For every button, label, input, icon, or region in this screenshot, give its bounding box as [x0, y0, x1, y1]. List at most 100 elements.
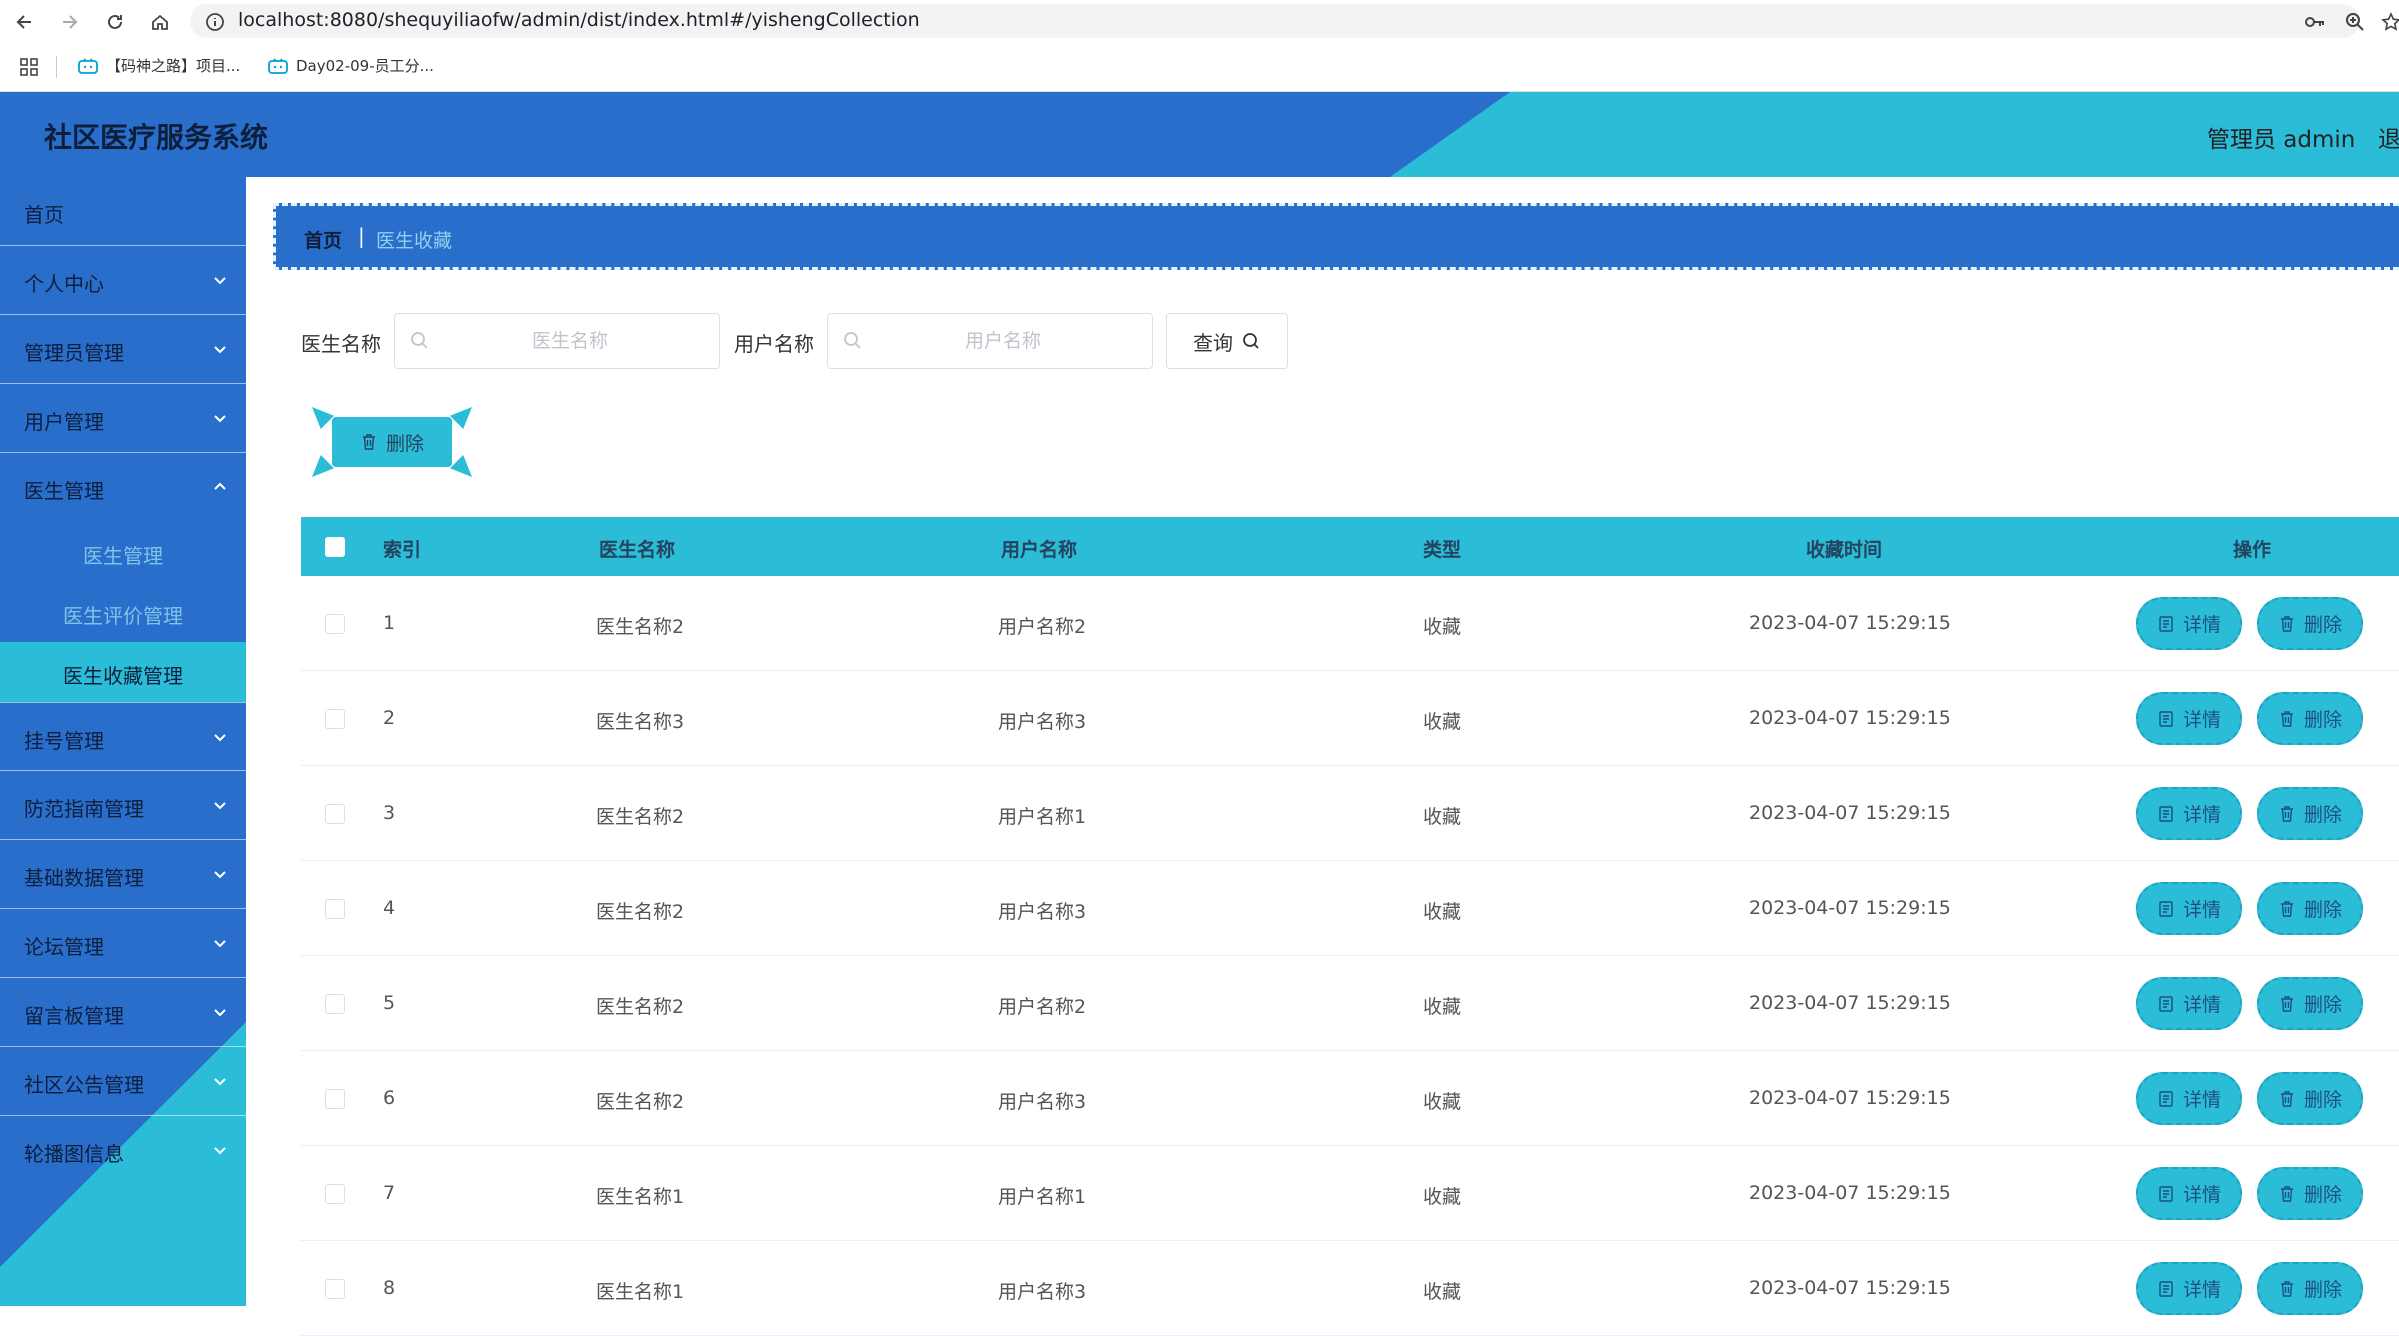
sidebar-item-label: 个人中心 — [24, 272, 104, 296]
trash-icon — [2280, 995, 2293, 1012]
sidebar-subitem-doctor-management[interactable]: 医生管理 — [0, 522, 246, 582]
breadcrumb-separator: | — [358, 224, 365, 248]
row-delete-button[interactable]: 删除 — [2257, 1072, 2363, 1125]
document-icon — [2159, 1280, 2173, 1297]
column-header-doctor: 医生名称 — [599, 539, 676, 561]
detail-button[interactable]: 详情 — [2136, 882, 2242, 935]
sidebar-item-forum[interactable]: 论坛管理 — [0, 909, 246, 978]
row-checkbox[interactable] — [325, 994, 345, 1014]
forward-arrow-icon[interactable] — [56, 9, 82, 35]
row-checkbox[interactable] — [325, 899, 345, 919]
query-button[interactable]: 查询 — [1166, 313, 1288, 369]
cell-collect-time: 2023-04-07 15:29:15 — [1749, 1277, 1951, 1299]
search-icon — [844, 332, 861, 349]
row-delete-button[interactable]: 删除 — [2257, 692, 2363, 745]
sidebar-item-registration[interactable]: 挂号管理 — [0, 702, 246, 771]
table-row: 2 医生名称3 用户名称3 收藏 2023-04-07 15:29:15 详情 删除 — [301, 671, 2399, 766]
sidebar-item-label: 防范指南管理 — [24, 797, 144, 821]
detail-button[interactable]: 详情 — [2136, 977, 2242, 1030]
cell-doctor-name: 医生名称2 — [596, 996, 685, 1018]
row-delete-button[interactable]: 删除 — [2257, 1167, 2363, 1220]
breadcrumb-home[interactable]: 首页 — [304, 226, 342, 253]
cell-index: 7 — [383, 1182, 396, 1204]
cell-collect-time: 2023-04-07 15:29:15 — [1749, 992, 1951, 1014]
search-icon — [411, 332, 428, 349]
sidebar-item-prevention-guide[interactable]: 防范指南管理 — [0, 771, 246, 840]
back-arrow-icon[interactable] — [12, 9, 38, 35]
sidebar-subitem-doctor-collection[interactable]: 医生收藏管理 — [0, 642, 246, 702]
column-header-index: 索引 — [383, 539, 422, 561]
sidebar-item-user-management[interactable]: 用户管理 — [0, 384, 246, 453]
detail-button[interactable]: 详情 — [2136, 1072, 2242, 1125]
row-checkbox[interactable] — [325, 804, 345, 824]
bookmark-item[interactable]: Day02-09-员工分... — [268, 55, 434, 76]
detail-button[interactable]: 详情 — [2136, 597, 2242, 650]
cell-index: 1 — [383, 612, 396, 634]
trash-icon — [2280, 900, 2293, 917]
doctor-name-input[interactable] — [435, 322, 705, 360]
bulk-delete-wrapper: 删除 — [312, 407, 472, 477]
detail-button-label: 详情 — [2182, 1184, 2221, 1206]
row-checkbox[interactable] — [325, 1279, 345, 1299]
detail-button[interactable]: 详情 — [2136, 692, 2242, 745]
chevron-down-icon — [214, 277, 226, 285]
table-row: 7 医生名称1 用户名称1 收藏 2023-04-07 15:29:15 详情 删除 — [301, 1146, 2399, 1241]
reload-icon[interactable] — [102, 9, 128, 35]
sidebar-subitem-doctor-review[interactable]: 医生评价管理 — [0, 582, 246, 642]
row-delete-button[interactable]: 删除 — [2257, 1262, 2363, 1315]
search-icon — [1243, 333, 1259, 349]
chevron-down-icon — [214, 1147, 226, 1155]
query-button-label: 查询 — [1193, 330, 1233, 355]
detail-button-label: 详情 — [2182, 994, 2221, 1016]
logout-link[interactable]: 退 — [2378, 120, 2399, 154]
corner-decoration — [450, 455, 472, 477]
sidebar-item-label: 医生管理 — [24, 479, 104, 503]
cell-type: 收藏 — [1423, 806, 1462, 828]
password-key-icon[interactable] — [2302, 9, 2328, 35]
sidebar-item-carousel[interactable]: 轮播图信息 — [0, 1116, 246, 1185]
row-delete-button[interactable]: 删除 — [2257, 597, 2363, 650]
detail-button[interactable]: 详情 — [2136, 1262, 2242, 1315]
detail-button[interactable]: 详情 — [2136, 787, 2242, 840]
row-checkbox[interactable] — [325, 614, 345, 634]
detail-button-label: 详情 — [2182, 1089, 2221, 1111]
detail-button[interactable]: 详情 — [2136, 1167, 2242, 1220]
url-text: localhost:8080/shequyiliaofw/admin/dist/… — [238, 9, 920, 31]
user-name-input[interactable] — [868, 322, 1138, 360]
row-delete-label: 删除 — [2303, 709, 2342, 731]
cell-type: 收藏 — [1423, 616, 1462, 638]
row-checkbox[interactable] — [325, 1089, 345, 1109]
row-checkbox[interactable] — [325, 709, 345, 729]
sidebar-item-admin-management[interactable]: 管理员管理 — [0, 315, 246, 384]
cell-collect-time: 2023-04-07 15:29:15 — [1749, 612, 1951, 634]
cell-collect-time: 2023-04-07 15:29:15 — [1749, 897, 1951, 919]
admin-user-label[interactable]: 管理员 admin — [2207, 120, 2355, 154]
bulk-delete-button[interactable]: 删除 — [332, 417, 452, 467]
sidebar-item-base-data[interactable]: 基础数据管理 — [0, 840, 246, 909]
row-delete-button[interactable]: 删除 — [2257, 882, 2363, 935]
bookmark-item[interactable]: 【码神之路】项目... — [78, 55, 240, 76]
collection-table: 索引 医生名称 用户名称 类型 收藏时间 操作 1 医生名称2 用户名称2 收藏 202… — [301, 517, 2399, 1336]
row-delete-button[interactable]: 删除 — [2257, 977, 2363, 1030]
cell-doctor-name: 医生名称1 — [596, 1281, 685, 1303]
apps-grid-icon[interactable] — [16, 54, 42, 80]
site-info-icon[interactable] — [202, 9, 228, 35]
bookmark-star-icon[interactable] — [2378, 9, 2399, 35]
cell-doctor-name: 医生名称2 — [596, 806, 685, 828]
sidebar-item-home[interactable]: 首页 — [0, 177, 246, 246]
select-all-checkbox[interactable] — [325, 537, 345, 557]
sidebar-item-message-board[interactable]: 留言板管理 — [0, 978, 246, 1047]
sidebar-item-personal-center[interactable]: 个人中心 — [0, 246, 246, 315]
row-delete-button[interactable]: 删除 — [2257, 787, 2363, 840]
row-checkbox[interactable] — [325, 1184, 345, 1204]
home-icon[interactable] — [147, 9, 173, 35]
app-header: 社区医疗服务系统 管理员 admin 退 — [0, 92, 2399, 177]
cell-doctor-name: 医生名称2 — [596, 901, 685, 923]
corner-decoration — [312, 407, 334, 429]
cell-user-name: 用户名称2 — [998, 996, 1087, 1018]
sidebar-item-doctor-management[interactable]: 医生管理 — [0, 453, 246, 522]
sidebar-item-community-notice[interactable]: 社区公告管理 — [0, 1047, 246, 1116]
row-delete-label: 删除 — [2303, 1279, 2342, 1301]
cell-type: 收藏 — [1423, 1091, 1462, 1113]
zoom-icon[interactable] — [2342, 9, 2368, 35]
